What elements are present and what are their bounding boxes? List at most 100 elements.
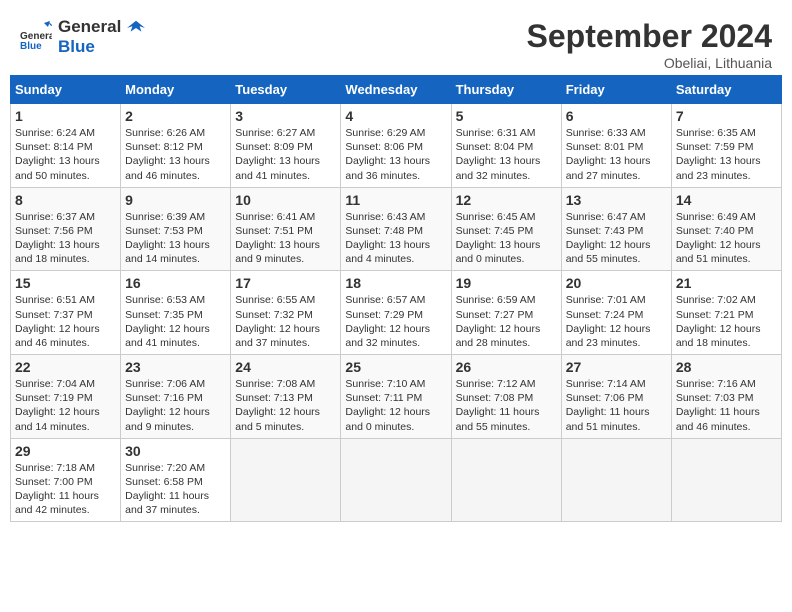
day-number: 5 — [456, 108, 557, 124]
day-info: Sunrise: 6:39 AMSunset: 7:53 PMDaylight:… — [125, 210, 226, 267]
calendar-cell: 18 Sunrise: 6:57 AMSunset: 7:29 PMDaylig… — [341, 271, 451, 355]
logo-general-text: General — [58, 17, 121, 36]
calendar-week-row: 22 Sunrise: 7:04 AMSunset: 7:19 PMDaylig… — [11, 355, 782, 439]
day-number: 23 — [125, 359, 226, 375]
day-info: Sunrise: 7:20 AMSunset: 6:58 PMDaylight:… — [125, 461, 226, 518]
calendar-cell: 1 Sunrise: 6:24 AMSunset: 8:14 PMDayligh… — [11, 104, 121, 188]
day-number: 24 — [235, 359, 336, 375]
day-number: 19 — [456, 275, 557, 291]
day-number: 13 — [566, 192, 667, 208]
svg-text:Blue: Blue — [20, 41, 42, 51]
day-info: Sunrise: 6:35 AMSunset: 7:59 PMDaylight:… — [676, 126, 777, 183]
calendar-cell — [561, 438, 671, 522]
day-info: Sunrise: 7:18 AMSunset: 7:00 PMDaylight:… — [15, 461, 116, 518]
day-number: 12 — [456, 192, 557, 208]
day-number: 18 — [345, 275, 446, 291]
calendar-cell — [231, 438, 341, 522]
calendar-cell: 2 Sunrise: 6:26 AMSunset: 8:12 PMDayligh… — [121, 104, 231, 188]
calendar-cell: 16 Sunrise: 6:53 AMSunset: 7:35 PMDaylig… — [121, 271, 231, 355]
calendar-table: Sunday Monday Tuesday Wednesday Thursday… — [10, 75, 782, 522]
day-info: Sunrise: 7:16 AMSunset: 7:03 PMDaylight:… — [676, 377, 777, 434]
calendar-cell: 3 Sunrise: 6:27 AMSunset: 8:09 PMDayligh… — [231, 104, 341, 188]
day-number: 30 — [125, 443, 226, 459]
calendar-cell: 11 Sunrise: 6:43 AMSunset: 7:48 PMDaylig… — [341, 187, 451, 271]
calendar-cell: 13 Sunrise: 6:47 AMSunset: 7:43 PMDaylig… — [561, 187, 671, 271]
day-info: Sunrise: 7:01 AMSunset: 7:24 PMDaylight:… — [566, 293, 667, 350]
col-sunday: Sunday — [11, 76, 121, 104]
day-number: 2 — [125, 108, 226, 124]
day-number: 27 — [566, 359, 667, 375]
day-info: Sunrise: 6:59 AMSunset: 7:27 PMDaylight:… — [456, 293, 557, 350]
calendar-cell — [341, 438, 451, 522]
col-wednesday: Wednesday — [341, 76, 451, 104]
calendar-cell: 30 Sunrise: 7:20 AMSunset: 6:58 PMDaylig… — [121, 438, 231, 522]
day-info: Sunrise: 6:41 AMSunset: 7:51 PMDaylight:… — [235, 210, 336, 267]
day-info: Sunrise: 6:43 AMSunset: 7:48 PMDaylight:… — [345, 210, 446, 267]
day-info: Sunrise: 7:12 AMSunset: 7:08 PMDaylight:… — [456, 377, 557, 434]
logo-bird-icon — [127, 19, 145, 37]
day-info: Sunrise: 7:06 AMSunset: 7:16 PMDaylight:… — [125, 377, 226, 434]
day-info: Sunrise: 6:33 AMSunset: 8:01 PMDaylight:… — [566, 126, 667, 183]
calendar-cell: 19 Sunrise: 6:59 AMSunset: 7:27 PMDaylig… — [451, 271, 561, 355]
calendar-cell: 21 Sunrise: 7:02 AMSunset: 7:21 PMDaylig… — [671, 271, 781, 355]
day-info: Sunrise: 6:31 AMSunset: 8:04 PMDaylight:… — [456, 126, 557, 183]
logo: General Blue General Blue — [20, 18, 145, 57]
calendar-cell: 25 Sunrise: 7:10 AMSunset: 7:11 PMDaylig… — [341, 355, 451, 439]
day-number: 29 — [15, 443, 116, 459]
calendar-week-row: 15 Sunrise: 6:51 AMSunset: 7:37 PMDaylig… — [11, 271, 782, 355]
col-saturday: Saturday — [671, 76, 781, 104]
calendar-cell: 6 Sunrise: 6:33 AMSunset: 8:01 PMDayligh… — [561, 104, 671, 188]
day-info: Sunrise: 7:10 AMSunset: 7:11 PMDaylight:… — [345, 377, 446, 434]
calendar-cell: 23 Sunrise: 7:06 AMSunset: 7:16 PMDaylig… — [121, 355, 231, 439]
day-info: Sunrise: 6:24 AMSunset: 8:14 PMDaylight:… — [15, 126, 116, 183]
day-number: 25 — [345, 359, 446, 375]
calendar-cell: 9 Sunrise: 6:39 AMSunset: 7:53 PMDayligh… — [121, 187, 231, 271]
day-info: Sunrise: 6:29 AMSunset: 8:06 PMDaylight:… — [345, 126, 446, 183]
day-number: 4 — [345, 108, 446, 124]
calendar-cell: 5 Sunrise: 6:31 AMSunset: 8:04 PMDayligh… — [451, 104, 561, 188]
day-number: 16 — [125, 275, 226, 291]
day-number: 14 — [676, 192, 777, 208]
calendar-cell: 24 Sunrise: 7:08 AMSunset: 7:13 PMDaylig… — [231, 355, 341, 439]
title-block: September 2024 Obeliai, Lithuania — [527, 18, 772, 71]
calendar-cell: 10 Sunrise: 6:41 AMSunset: 7:51 PMDaylig… — [231, 187, 341, 271]
calendar-cell: 12 Sunrise: 6:45 AMSunset: 7:45 PMDaylig… — [451, 187, 561, 271]
day-number: 1 — [15, 108, 116, 124]
calendar-cell: 4 Sunrise: 6:29 AMSunset: 8:06 PMDayligh… — [341, 104, 451, 188]
day-number: 6 — [566, 108, 667, 124]
day-number: 21 — [676, 275, 777, 291]
day-number: 10 — [235, 192, 336, 208]
calendar-cell: 14 Sunrise: 6:49 AMSunset: 7:40 PMDaylig… — [671, 187, 781, 271]
day-number: 15 — [15, 275, 116, 291]
logo-blue-text: Blue — [58, 37, 95, 56]
day-info: Sunrise: 7:14 AMSunset: 7:06 PMDaylight:… — [566, 377, 667, 434]
day-info: Sunrise: 6:37 AMSunset: 7:56 PMDaylight:… — [15, 210, 116, 267]
day-info: Sunrise: 7:02 AMSunset: 7:21 PMDaylight:… — [676, 293, 777, 350]
day-number: 26 — [456, 359, 557, 375]
calendar-cell: 26 Sunrise: 7:12 AMSunset: 7:08 PMDaylig… — [451, 355, 561, 439]
calendar-cell: 8 Sunrise: 6:37 AMSunset: 7:56 PMDayligh… — [11, 187, 121, 271]
calendar-cell: 20 Sunrise: 7:01 AMSunset: 7:24 PMDaylig… — [561, 271, 671, 355]
calendar-cell — [451, 438, 561, 522]
calendar-cell: 15 Sunrise: 6:51 AMSunset: 7:37 PMDaylig… — [11, 271, 121, 355]
day-number: 22 — [15, 359, 116, 375]
day-number: 20 — [566, 275, 667, 291]
day-info: Sunrise: 6:47 AMSunset: 7:43 PMDaylight:… — [566, 210, 667, 267]
day-info: Sunrise: 6:45 AMSunset: 7:45 PMDaylight:… — [456, 210, 557, 267]
day-info: Sunrise: 6:55 AMSunset: 7:32 PMDaylight:… — [235, 293, 336, 350]
day-info: Sunrise: 6:26 AMSunset: 8:12 PMDaylight:… — [125, 126, 226, 183]
day-info: Sunrise: 7:04 AMSunset: 7:19 PMDaylight:… — [15, 377, 116, 434]
col-tuesday: Tuesday — [231, 76, 341, 104]
day-number: 11 — [345, 192, 446, 208]
day-number: 28 — [676, 359, 777, 375]
day-number: 17 — [235, 275, 336, 291]
col-friday: Friday — [561, 76, 671, 104]
calendar-cell: 17 Sunrise: 6:55 AMSunset: 7:32 PMDaylig… — [231, 271, 341, 355]
calendar-cell: 27 Sunrise: 7:14 AMSunset: 7:06 PMDaylig… — [561, 355, 671, 439]
calendar-cell — [671, 438, 781, 522]
calendar-week-row: 29 Sunrise: 7:18 AMSunset: 7:00 PMDaylig… — [11, 438, 782, 522]
page-header: General Blue General Blue September 2024… — [10, 10, 782, 75]
calendar-week-row: 1 Sunrise: 6:24 AMSunset: 8:14 PMDayligh… — [11, 104, 782, 188]
calendar-cell: 28 Sunrise: 7:16 AMSunset: 7:03 PMDaylig… — [671, 355, 781, 439]
day-number: 9 — [125, 192, 226, 208]
